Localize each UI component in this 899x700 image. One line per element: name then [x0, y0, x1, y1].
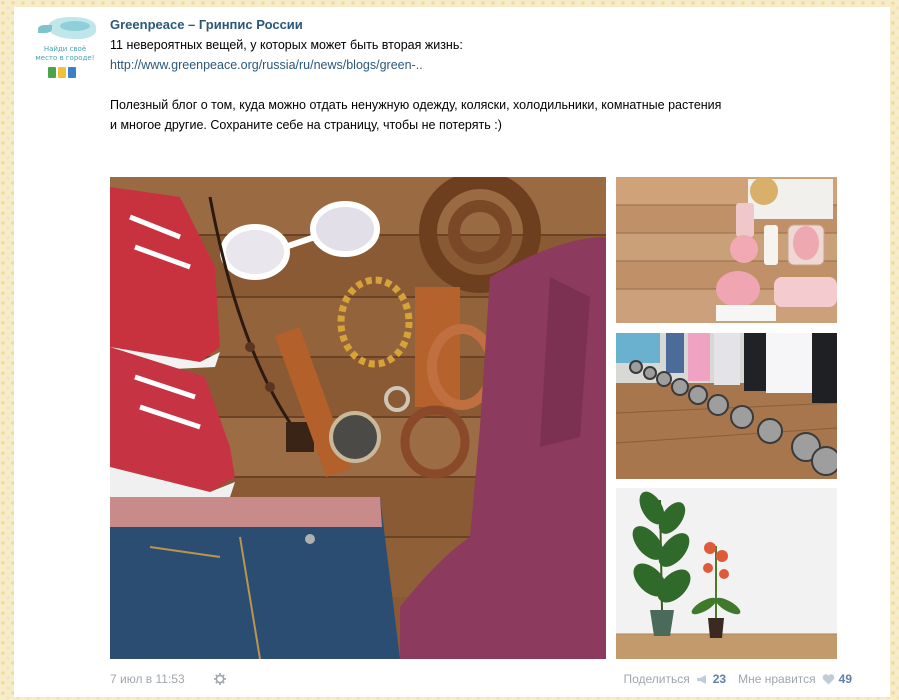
avatar-tagline: Найди своё место в городе!: [35, 45, 95, 62]
leaf-icon: [38, 25, 52, 33]
post-link[interactable]: http://www.greenpeace.org/russia/ru/news…: [110, 55, 850, 75]
post-text-line: и многое другие. Сохраните себе на стран…: [110, 118, 502, 132]
post-footer: 7 июл в 11:53 Поделиться 23 Мне нравится…: [110, 669, 852, 689]
megaphone-icon: [696, 674, 706, 684]
post-content: Greenpeace – Гринпис России 11 невероятн…: [110, 15, 850, 135]
share-count: 23: [712, 672, 727, 686]
post-text-line: 11 невероятных вещей, у которых может бы…: [110, 38, 463, 52]
post-actions: Поделиться 23 Мне нравится 49: [623, 669, 852, 689]
group-avatar[interactable]: Найди своё место в городе!: [34, 17, 96, 93]
share-button[interactable]: Поделиться: [623, 669, 689, 689]
gear-icon[interactable]: [214, 673, 226, 685]
photo-strollers[interactable]: [616, 333, 837, 479]
avatar-logo-shape: [60, 21, 90, 31]
photo-houseplants[interactable]: [616, 488, 837, 659]
recycle-bins-icon: [48, 67, 76, 78]
photo-flatlay-clothes[interactable]: [110, 177, 606, 659]
post-author-link[interactable]: Greenpeace – Гринпис России: [110, 15, 850, 35]
like-count: 49: [838, 672, 852, 686]
like-button[interactable]: Мне нравится: [738, 669, 816, 689]
post-date[interactable]: 7 июл в 11:53: [110, 669, 185, 689]
photo-toiletries[interactable]: [616, 177, 837, 323]
photo-grid: [110, 177, 837, 659]
heart-icon: [822, 673, 834, 684]
post-text-line: Полезный блог о том, куда можно отдать н…: [110, 98, 722, 112]
wall-post: Найди своё место в городе! Greenpeace – …: [14, 7, 890, 697]
